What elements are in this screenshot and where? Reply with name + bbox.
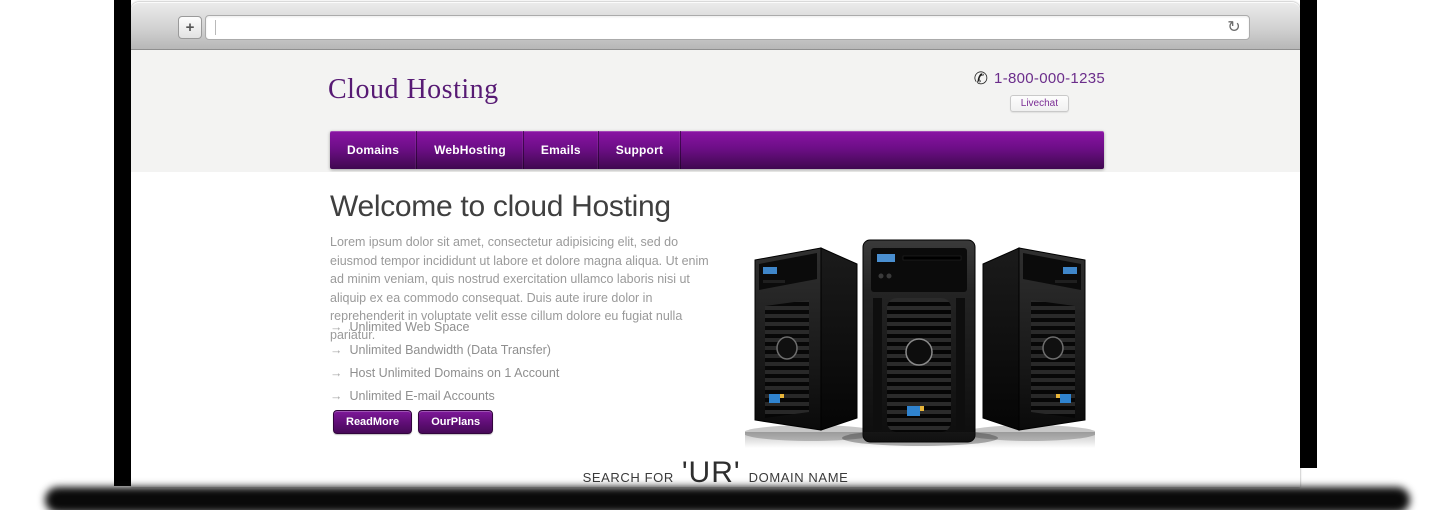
main-nav: Domains WebHosting Emails Support xyxy=(330,131,1104,169)
feature-label: Unlimited E-mail Accounts xyxy=(350,389,495,403)
list-item: → Unlimited Web Space xyxy=(330,316,559,339)
mockup-bottom-shadow xyxy=(45,487,1410,510)
browser-toolbar: + ↻ xyxy=(131,2,1300,50)
feature-list: → Unlimited Web Space → Unlimited Bandwidt… xyxy=(330,316,559,408)
phone-line: ✆ 1-800-000-1235 xyxy=(974,70,1105,87)
webpage: Cloud Hosting ✆ 1-800-000-1235 Livechat … xyxy=(131,50,1300,487)
new-tab-button[interactable]: + xyxy=(178,16,202,39)
site-header: Cloud Hosting ✆ 1-800-000-1235 Livechat … xyxy=(131,50,1300,172)
feature-label: Unlimited Bandwidth (Data Transfer) xyxy=(350,343,551,357)
feature-label: Unlimited Web Space xyxy=(350,320,470,334)
site-logo[interactable]: Cloud Hosting xyxy=(328,74,499,106)
plus-icon: + xyxy=(186,19,195,36)
readmore-button[interactable]: ReadMore xyxy=(333,410,412,434)
ourplans-button[interactable]: OurPlans xyxy=(418,410,493,434)
arrow-icon: → xyxy=(330,320,343,334)
server-right xyxy=(983,248,1085,430)
nav-item-support[interactable]: Support xyxy=(599,131,681,169)
server-towers-image xyxy=(745,236,1095,448)
browser-window: + ↻ Cloud Hosting ✆ 1-800-000-1235 Livec… xyxy=(131,2,1300,487)
arrow-icon: → xyxy=(330,389,343,403)
mockup-left-bezel xyxy=(114,0,131,486)
page-title: Welcome to cloud Hosting xyxy=(330,190,671,224)
refresh-icon: ↻ xyxy=(1227,19,1240,36)
list-item: → Unlimited Bandwidth (Data Transfer) xyxy=(330,339,559,362)
server-center xyxy=(863,240,975,442)
phone-icon: ✆ xyxy=(974,70,988,87)
server-left xyxy=(755,248,857,430)
search-suffix: DOMAIN NAME xyxy=(749,470,849,485)
search-domain-banner: SEARCH FOR 'UR' DOMAIN NAME xyxy=(131,456,1300,487)
phone-number: 1-800-000-1235 xyxy=(994,70,1105,87)
mockup-right-bezel xyxy=(1300,0,1317,468)
nav-item-emails[interactable]: Emails xyxy=(524,131,599,169)
livechat-button[interactable]: Livechat xyxy=(1010,95,1069,112)
search-highlight: 'UR' xyxy=(682,456,741,487)
list-item: → Host Unlimited Domains on 1 Account xyxy=(330,362,559,385)
nav-item-webhosting[interactable]: WebHosting xyxy=(417,131,524,169)
refresh-button[interactable]: ↻ xyxy=(1219,16,1249,39)
feature-label: Host Unlimited Domains on 1 Account xyxy=(350,366,560,380)
arrow-icon: → xyxy=(330,343,343,357)
main-content: Welcome to cloud Hosting Lorem ipsum dol… xyxy=(131,172,1300,487)
contact-block: ✆ 1-800-000-1235 Livechat xyxy=(974,70,1105,112)
cta-row: ReadMore OurPlans xyxy=(333,410,493,434)
search-prefix: SEARCH FOR xyxy=(583,470,674,485)
list-item: → Unlimited E-mail Accounts xyxy=(330,385,559,408)
nav-item-domains[interactable]: Domains xyxy=(330,131,417,169)
url-input[interactable] xyxy=(216,17,1219,38)
url-bar[interactable]: ↻ xyxy=(205,15,1250,40)
arrow-icon: → xyxy=(330,366,343,380)
mockup-stage: + ↻ Cloud Hosting ✆ 1-800-000-1235 Livec… xyxy=(0,0,1435,510)
